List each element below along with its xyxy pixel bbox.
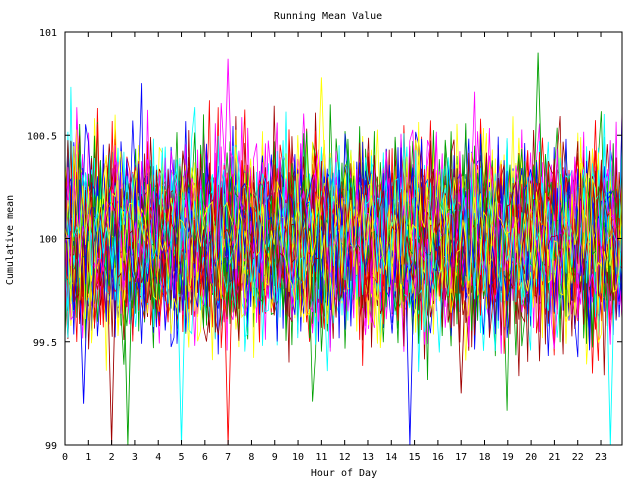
y-tick-label: 100 [39,235,57,246]
x-tick-label: 3 [132,452,138,463]
series-spike [177,300,186,446]
x-tick-label: 0 [62,452,68,463]
y-tick-label: 101 [39,28,57,39]
chart-title: Running Mean Value [274,11,382,22]
x-tick-label: 15 [409,452,421,463]
x-tick-label: 17 [455,452,467,463]
x-tick-label: 13 [362,452,374,463]
x-tick-label: 2 [109,452,115,463]
y-tick-label: 100.5 [27,131,57,142]
x-tick-label: 7 [225,452,231,463]
x-tick-label: 9 [272,452,278,463]
y-tick-label: 99 [45,441,57,452]
x-tick-label: 10 [292,452,304,463]
x-tick-label: 14 [385,452,397,463]
x-tick-label: 16 [432,452,444,463]
x-tick-label: 22 [572,452,584,463]
x-tick-label: 1 [85,452,91,463]
x-tick-label: 12 [339,452,351,463]
series-layer [64,52,623,446]
x-tick-label: 8 [248,452,254,463]
y-tick-label: 99.5 [33,338,57,349]
x-tick-label: 6 [202,452,208,463]
x-tick-label: 4 [155,452,161,463]
x-tick-label: 23 [595,452,607,463]
x-tick-label: 5 [179,452,185,463]
running-mean-chart: Running Mean Value Hour of Day Cumulativ… [5,11,623,479]
x-tick-label: 19 [502,452,514,463]
y-axis-label: Cumulative mean [5,195,16,285]
x-tick-label: 18 [478,452,490,463]
series-spike [224,300,233,446]
x-tick-label: 11 [315,452,327,463]
x-tick-label: 20 [525,452,537,463]
x-tick-label: 21 [548,452,560,463]
x-axis-label: Hour of Day [311,468,377,479]
